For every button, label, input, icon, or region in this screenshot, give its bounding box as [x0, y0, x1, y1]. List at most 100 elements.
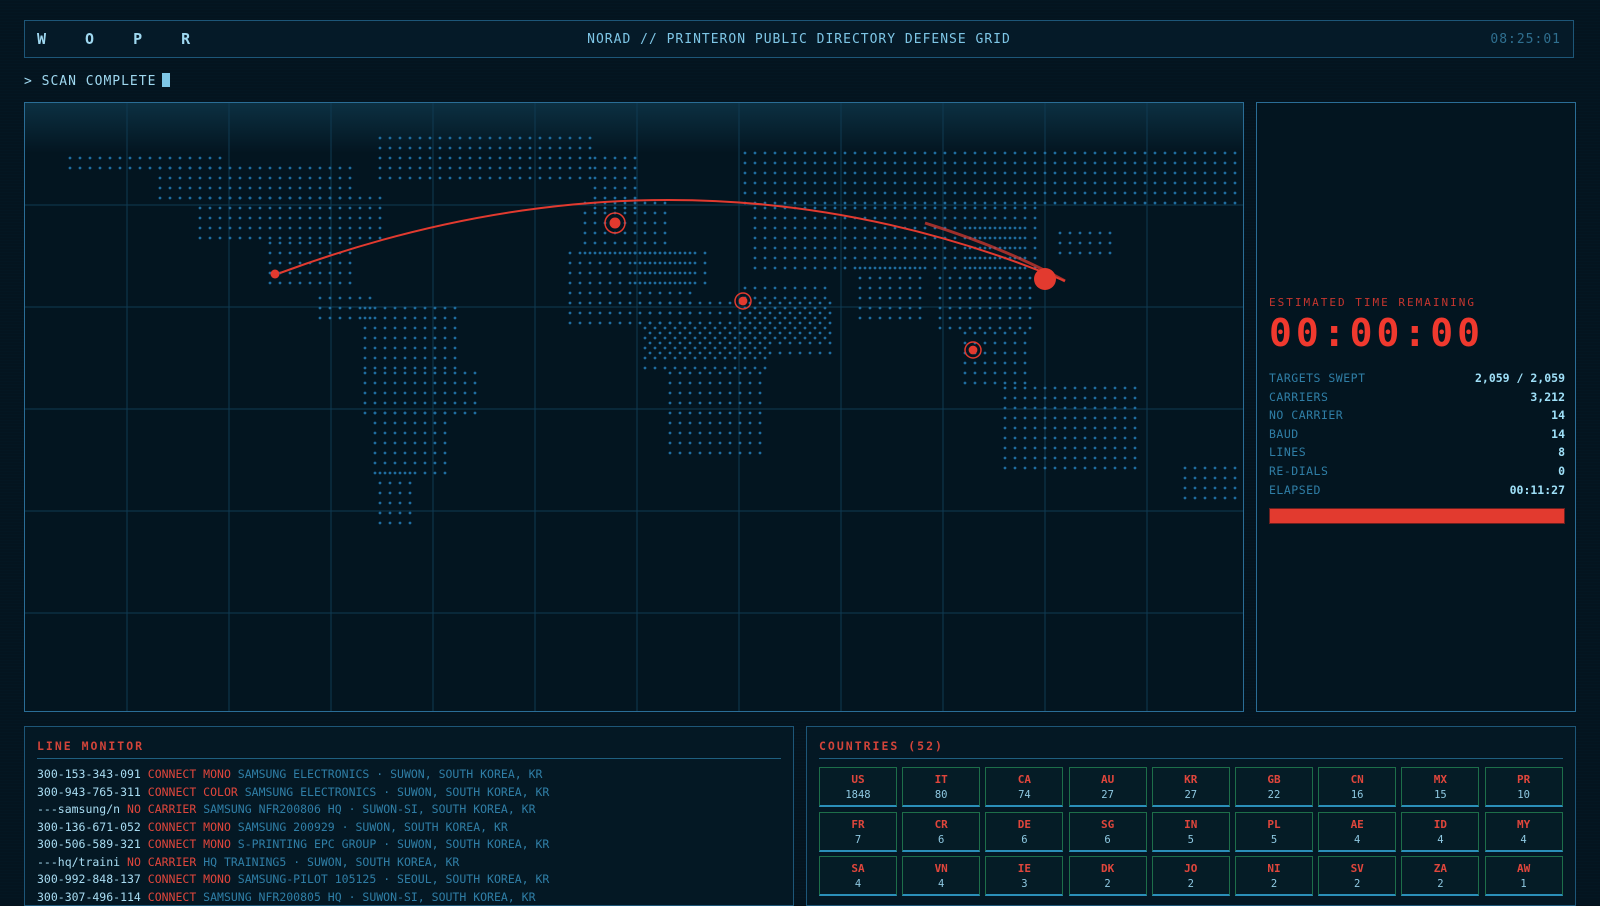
stat-row: BAUD14 [1269, 427, 1565, 446]
status-line: > SCAN COMPLETE [24, 73, 170, 89]
stat-value: 2,059 / 2,059 [1475, 371, 1565, 385]
country-count: 5 [1236, 834, 1312, 846]
country-chip-dk[interactable]: DK2 [1069, 856, 1147, 896]
country-code: PL [1236, 818, 1312, 831]
line-status: CONNECT [148, 872, 203, 886]
country-code: KR [1153, 773, 1229, 786]
country-chip-id[interactable]: ID4 [1401, 812, 1479, 852]
countries-panel: COUNTRIES (52) US1848IT80CA74AU27KR27GB2… [806, 726, 1576, 906]
country-count: 74 [986, 789, 1062, 801]
line-monitor-panel: LINE MONITOR 300-153-343-091 CONNECT MON… [24, 726, 794, 906]
world-map[interactable] [24, 102, 1244, 712]
line-number: 300-992-848-137 [37, 872, 148, 886]
country-code: CA [986, 773, 1062, 786]
connection-arc [280, 200, 1065, 281]
country-chip-in[interactable]: IN 5 [1152, 812, 1230, 852]
stat-value: 14 [1551, 408, 1565, 422]
country-code: SG [1070, 818, 1146, 831]
country-count: 4 [820, 878, 896, 890]
country-count: 3 [986, 878, 1062, 890]
line-list: 300-153-343-091 CONNECT MONO SAMSUNG ELE… [37, 767, 781, 906]
country-code: PR [1486, 773, 1562, 786]
stat-row: RE-DIALS 0 [1269, 464, 1565, 483]
line-number: 300-943-765-311 [37, 785, 148, 799]
country-code: US [820, 773, 896, 786]
country-code: ID [1402, 818, 1478, 831]
country-chip-vn[interactable]: VN4 [902, 856, 980, 896]
stat-list: TARGETS SWEPT2,059 / 2,059CARRIERS3,212N… [1269, 371, 1565, 501]
line-status: CONNECT [148, 837, 203, 851]
country-chip-ae[interactable]: AE4 [1318, 812, 1396, 852]
country-count: 16 [1319, 789, 1395, 801]
country-chip-us[interactable]: US1848 [819, 767, 897, 807]
country-chip-pl[interactable]: PL 5 [1235, 812, 1313, 852]
country-chip-my[interactable]: MY4 [1485, 812, 1563, 852]
country-chip-ie[interactable]: IE 3 [985, 856, 1063, 896]
country-chip-gb[interactable]: GB 22 [1235, 767, 1313, 807]
country-chip-au[interactable]: AU27 [1069, 767, 1147, 807]
country-code: DK [1070, 862, 1146, 875]
line-status: CONNECT [148, 767, 203, 781]
country-count: 15 [1402, 789, 1478, 801]
country-chip-cn[interactable]: CN16 [1318, 767, 1396, 807]
line-entry: 300-992-848-137 CONNECT MONO SAMSUNG-PIL… [37, 872, 781, 890]
country-code: FR [820, 818, 896, 831]
line-number: 300-136-671-052 [37, 820, 148, 834]
country-chip-pr[interactable]: PR10 [1485, 767, 1563, 807]
line-detail: SAMSUNG-PILOT 105125 · SEOUL, SOUTH KORE… [238, 872, 550, 886]
progress-bar [1269, 508, 1565, 524]
country-count: 6 [1070, 834, 1146, 846]
country-chip-za[interactable]: ZA2 [1401, 856, 1479, 896]
country-count: 2 [1236, 878, 1312, 890]
etr-value: 00:00:00 [1269, 311, 1484, 355]
country-chip-cr[interactable]: CR6 [902, 812, 980, 852]
stat-label: TARGETS SWEPT [1269, 371, 1366, 385]
cursor-block-icon [162, 73, 170, 87]
line-detail: HQ TRAINING5 · SUWON, SOUTH KOREA, KR [203, 855, 459, 869]
line-detail: SAMSUNG NFR200805 HQ · SUWON-SI, SOUTH K… [203, 890, 535, 904]
line-entry: ---hq/traini NO CARRIER HQ TRAINING5 · S… [37, 855, 781, 873]
stats-panel: ESTIMATED TIME REMAINING 00:00:00 TARGET… [1256, 102, 1576, 712]
country-chip-fr[interactable]: FR7 [819, 812, 897, 852]
line-type: COLOR [203, 785, 245, 799]
country-chip-de[interactable]: DE6 [985, 812, 1063, 852]
map-canvas [25, 103, 1244, 712]
stat-label: NO CARRIER [1269, 408, 1343, 422]
clock: 08:25:01 [1490, 32, 1561, 47]
country-chip-jo[interactable]: JO2 [1152, 856, 1230, 896]
country-count: 27 [1070, 789, 1146, 801]
country-chip-mx[interactable]: MX15 [1401, 767, 1479, 807]
origin-marker-icon [271, 270, 280, 279]
country-chip-aw[interactable]: AW1 [1485, 856, 1563, 896]
country-chip-sv[interactable]: SV2 [1318, 856, 1396, 896]
line-status: CONNECT [148, 785, 203, 799]
country-code: SV [1319, 862, 1395, 875]
country-code: IE [986, 862, 1062, 875]
country-count: 5 [1153, 834, 1229, 846]
progress-fill [1270, 509, 1564, 523]
country-count: 4 [1486, 834, 1562, 846]
stat-label: RE-DIALS [1269, 464, 1328, 478]
country-chip-sg[interactable]: SG 6 [1069, 812, 1147, 852]
country-chip-it[interactable]: IT80 [902, 767, 980, 807]
country-chip-ca[interactable]: CA 74 [985, 767, 1063, 807]
country-code: VN [903, 862, 979, 875]
target-marker-icon [965, 342, 981, 358]
country-chip-kr[interactable]: KR 27 [1152, 767, 1230, 807]
map-grid [25, 103, 1244, 712]
country-count: 2 [1153, 878, 1229, 890]
line-entry: 300-506-589-321 CONNECT MONO S-PRINTING … [37, 837, 781, 855]
country-code: CR [903, 818, 979, 831]
country-chip-sa[interactable]: SA4 [819, 856, 897, 896]
country-count: 27 [1153, 789, 1229, 801]
line-entry: 300-153-343-091 CONNECT MONO SAMSUNG ELE… [37, 767, 781, 785]
stat-row: LINES8 [1269, 445, 1565, 464]
country-code: GB [1236, 773, 1312, 786]
target-marker-icon [605, 213, 625, 233]
country-code: IN [1153, 818, 1229, 831]
country-count: 22 [1236, 789, 1312, 801]
line-entry: 300-307-496-114 CONNECT SAMSUNG NFR20080… [37, 890, 781, 906]
stat-value: 14 [1551, 427, 1565, 441]
stat-value: 0 [1558, 464, 1565, 478]
country-chip-ni[interactable]: NI2 [1235, 856, 1313, 896]
